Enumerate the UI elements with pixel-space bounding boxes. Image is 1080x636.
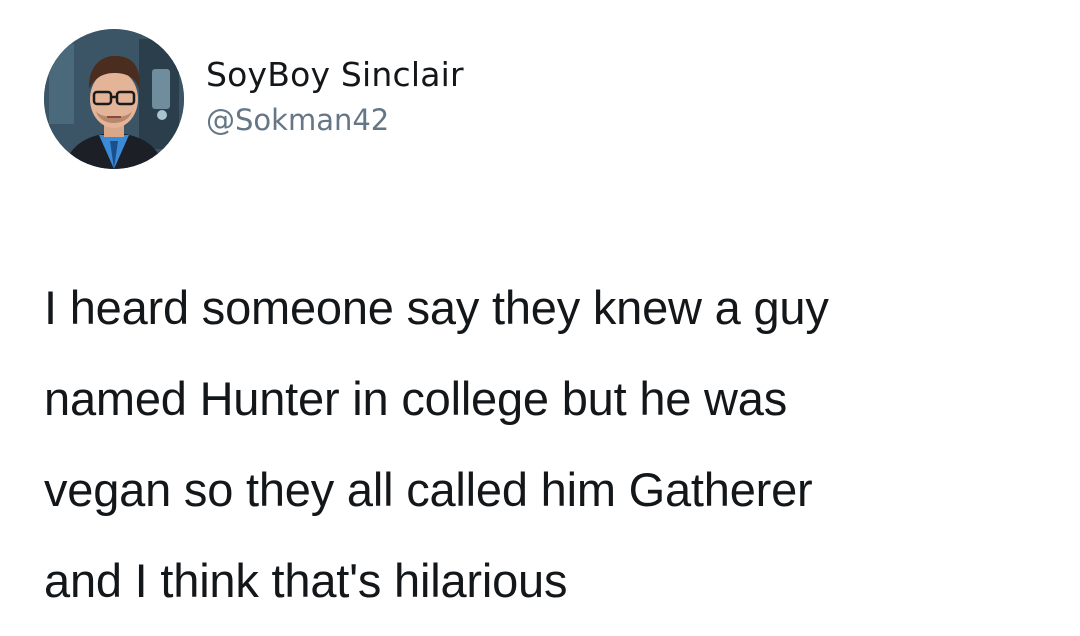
author-names: SoyBoy Sinclair @Sokman42 [206, 55, 464, 140]
author-display-name[interactable]: SoyBoy Sinclair [206, 55, 464, 95]
tweet-header: SoyBoy Sinclair @Sokman42 [44, 27, 464, 171]
avatar-photo-icon [44, 29, 184, 169]
tweet-card: SoyBoy Sinclair @Sokman42 I heard someon… [0, 0, 1080, 636]
author-handle[interactable]: @Sokman42 [206, 100, 464, 140]
tweet-text: I heard someone say they knew a guy name… [44, 281, 829, 607]
avatar[interactable] [44, 29, 184, 169]
